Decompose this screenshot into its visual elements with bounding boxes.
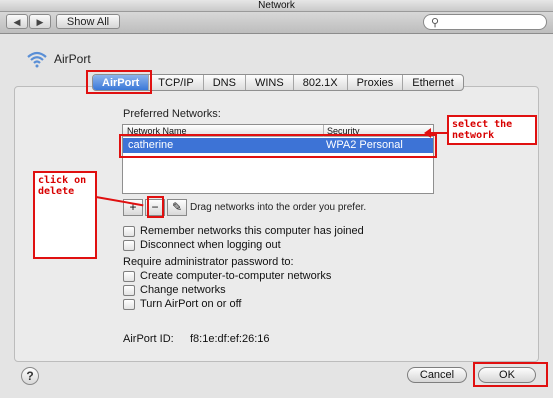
drag-hint-text: Drag networks into the order you prefer. xyxy=(190,202,367,213)
search-icon: ⚲ xyxy=(431,17,440,29)
annotation-box-network-row xyxy=(119,134,437,158)
tab-proxies[interactable]: Proxies xyxy=(346,75,403,90)
remember-networks-label: Remember networks this computer has join… xyxy=(140,225,364,237)
airport-id-label: AirPort ID: xyxy=(123,333,174,345)
tab-ethernet[interactable]: Ethernet xyxy=(402,75,463,90)
remember-networks-checkbox[interactable] xyxy=(123,226,135,237)
annotation-box-airport-tab xyxy=(86,70,152,94)
search-input[interactable]: ⚲ xyxy=(423,14,547,30)
turn-airport-label: Turn AirPort on or off xyxy=(140,298,242,310)
airport-id-value: f8:1e:df:ef:26:16 xyxy=(190,333,270,345)
require-admin-label: Require administrator password to: xyxy=(123,256,294,268)
create-network-checkbox[interactable] xyxy=(123,271,135,282)
edit-network-button[interactable]: ✎ xyxy=(167,199,187,216)
tab-dns[interactable]: DNS xyxy=(202,75,245,90)
window-title: Network xyxy=(258,0,295,11)
back-button[interactable]: ◀ xyxy=(6,14,28,29)
cancel-button[interactable]: Cancel xyxy=(407,367,467,383)
window-titlebar: Network xyxy=(0,0,553,12)
change-networks-checkbox[interactable] xyxy=(123,285,135,296)
annotation-box-ok-button xyxy=(473,362,548,387)
disconnect-logout-checkbox[interactable] xyxy=(123,240,135,251)
wifi-icon xyxy=(27,51,47,68)
tab-wins[interactable]: WINS xyxy=(244,75,293,90)
annotation-select-network: select the network xyxy=(447,115,537,145)
help-button[interactable]: ? xyxy=(21,367,39,385)
change-networks-label: Change networks xyxy=(140,284,226,296)
create-network-label: Create computer-to-computer networks xyxy=(140,270,332,282)
disconnect-logout-label: Disconnect when logging out xyxy=(140,239,281,251)
preferred-networks-label: Preferred Networks: xyxy=(123,108,221,120)
show-all-button[interactable]: Show All xyxy=(56,14,120,29)
forward-button[interactable]: ▶ xyxy=(29,14,51,29)
turn-airport-checkbox[interactable] xyxy=(123,299,135,310)
annotation-click-delete: click on delete xyxy=(33,171,97,259)
tab-tcpip[interactable]: TCP/IP xyxy=(148,75,202,90)
airport-title: AirPort xyxy=(54,52,91,66)
annotation-box-remove-button xyxy=(147,196,164,218)
arrow-head-icon xyxy=(424,128,431,138)
tab-8021x[interactable]: 802.1X xyxy=(292,75,347,90)
toolbar: ◀ ▶ Show All ⚲ xyxy=(0,12,553,34)
